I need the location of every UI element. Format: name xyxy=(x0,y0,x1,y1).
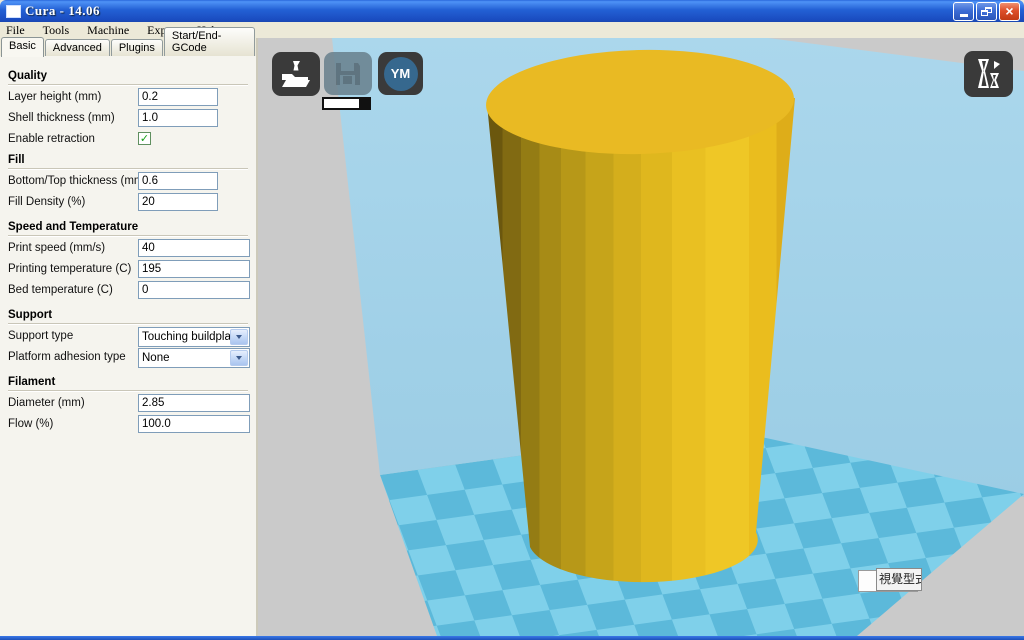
window-title: Cura - 14.06 xyxy=(25,3,100,19)
window-bottom-border xyxy=(0,636,1024,640)
app-window: Cura - 14.06 × File Tools Machine Expert… xyxy=(0,0,1024,640)
setting-row: Diameter (mm) xyxy=(8,394,248,414)
enable-retraction-label: Enable retraction xyxy=(8,133,95,145)
shell-thickness-input[interactable] xyxy=(138,109,218,127)
bed-temperature-label: Bed temperature (C) xyxy=(8,284,113,296)
chevron-down-icon xyxy=(236,335,242,339)
dropdown-button[interactable] xyxy=(230,329,248,345)
progress-fill xyxy=(324,99,359,108)
scene-canvas xyxy=(258,38,1024,636)
setting-row: Print speed (mm/s) xyxy=(8,239,248,259)
printing-temperature-input[interactable] xyxy=(138,260,250,278)
bed-temperature-input[interactable] xyxy=(138,281,250,299)
setting-row: Support type Touching buildplate xyxy=(8,327,248,347)
restore-button[interactable] xyxy=(976,2,997,21)
layer-height-input[interactable] xyxy=(138,88,218,106)
diameter-input[interactable] xyxy=(138,394,250,412)
load-model-icon xyxy=(280,60,312,88)
setting-row: Bottom/Top thickness (mm) xyxy=(8,172,248,192)
view-mode-tooltip: 視覺型式 xyxy=(858,568,922,592)
support-type-label: Support type xyxy=(8,330,73,342)
tab-bar: Basic Advanced Plugins Start/End-GCode xyxy=(0,38,256,56)
title-bar: Cura - 14.06 × xyxy=(0,0,1024,22)
youmagine-label: YM xyxy=(391,66,411,81)
basic-settings-panel: Quality Layer height (mm) Shell thicknes… xyxy=(0,56,256,435)
platform-adhesion-select[interactable]: None xyxy=(138,348,250,368)
platform-adhesion-value: None xyxy=(139,352,170,364)
save-toolpath-button[interactable] xyxy=(324,52,372,95)
print-speed-input[interactable] xyxy=(138,239,250,257)
tab-plugins[interactable]: Plugins xyxy=(111,39,163,56)
fill-density-input[interactable] xyxy=(138,193,218,211)
close-icon: × xyxy=(1005,4,1013,18)
menu-file[interactable]: File xyxy=(6,23,25,38)
progress-bar xyxy=(322,97,371,110)
restore-icon xyxy=(981,7,992,16)
minimize-button[interactable] xyxy=(953,2,974,21)
menu-machine[interactable]: Machine xyxy=(87,23,129,38)
model-cylinder[interactable] xyxy=(485,47,795,583)
setting-row: Enable retraction ✓ xyxy=(8,130,248,146)
view-mode-button[interactable] xyxy=(964,51,1013,97)
app-icon xyxy=(6,5,21,18)
youmagine-share-icon: YM xyxy=(384,57,418,91)
setting-row: Shell thickness (mm) xyxy=(8,109,248,129)
enable-retraction-checkbox[interactable]: ✓ xyxy=(138,132,151,145)
shell-thickness-label: Shell thickness (mm) xyxy=(8,112,115,124)
menu-tools[interactable]: Tools xyxy=(43,23,70,38)
section-speed-temperature: Speed and Temperature xyxy=(8,221,248,236)
3d-viewport[interactable]: YM 視覺型式 xyxy=(258,38,1024,636)
save-toolpath-icon xyxy=(334,61,362,87)
load-model-button[interactable] xyxy=(272,52,320,96)
menu-bar: File Tools Machine Expert Help xyxy=(0,22,1024,38)
setting-row: Bed temperature (C) xyxy=(8,281,248,301)
minimize-icon xyxy=(960,14,968,17)
youmagine-share-button[interactable]: YM xyxy=(378,52,423,95)
section-support: Support xyxy=(8,309,248,324)
setting-row: Printing temperature (C) xyxy=(8,260,248,280)
tab-advanced[interactable]: Advanced xyxy=(45,39,110,56)
section-filament: Filament xyxy=(8,376,248,391)
view-mode-icon xyxy=(973,58,1005,90)
support-type-value: Touching buildplate xyxy=(139,331,232,343)
bottom-top-thickness-label: Bottom/Top thickness (mm) xyxy=(8,175,147,187)
close-button[interactable]: × xyxy=(999,2,1020,21)
support-type-select[interactable]: Touching buildplate xyxy=(138,327,250,347)
setting-row: Platform adhesion type None xyxy=(8,348,248,368)
fill-density-label: Fill Density (%) xyxy=(8,196,85,208)
setting-row: Flow (%) xyxy=(8,415,248,435)
setting-row: Fill Density (%) xyxy=(8,193,248,213)
setting-row: Layer height (mm) xyxy=(8,88,248,108)
dropdown-button[interactable] xyxy=(230,350,248,366)
flow-input[interactable] xyxy=(138,415,250,433)
platform-adhesion-label: Platform adhesion type xyxy=(8,351,126,363)
diameter-label: Diameter (mm) xyxy=(8,397,85,409)
checkmark-icon: ✓ xyxy=(140,134,149,144)
printing-temperature-label: Printing temperature (C) xyxy=(8,263,131,275)
flow-label: Flow (%) xyxy=(8,418,53,430)
bottom-top-thickness-input[interactable] xyxy=(138,172,218,190)
tab-start-end-gcode[interactable]: Start/End-GCode xyxy=(164,27,255,56)
section-quality: Quality xyxy=(8,70,248,85)
section-fill: Fill xyxy=(8,154,248,169)
settings-sidebar: Basic Advanced Plugins Start/End-GCode Q… xyxy=(0,38,258,636)
layer-height-label: Layer height (mm) xyxy=(8,91,101,103)
tab-basic[interactable]: Basic xyxy=(1,37,44,57)
chevron-down-icon xyxy=(236,356,242,360)
print-speed-label: Print speed (mm/s) xyxy=(8,242,105,254)
tooltip-text: 視覺型式 xyxy=(876,568,922,591)
